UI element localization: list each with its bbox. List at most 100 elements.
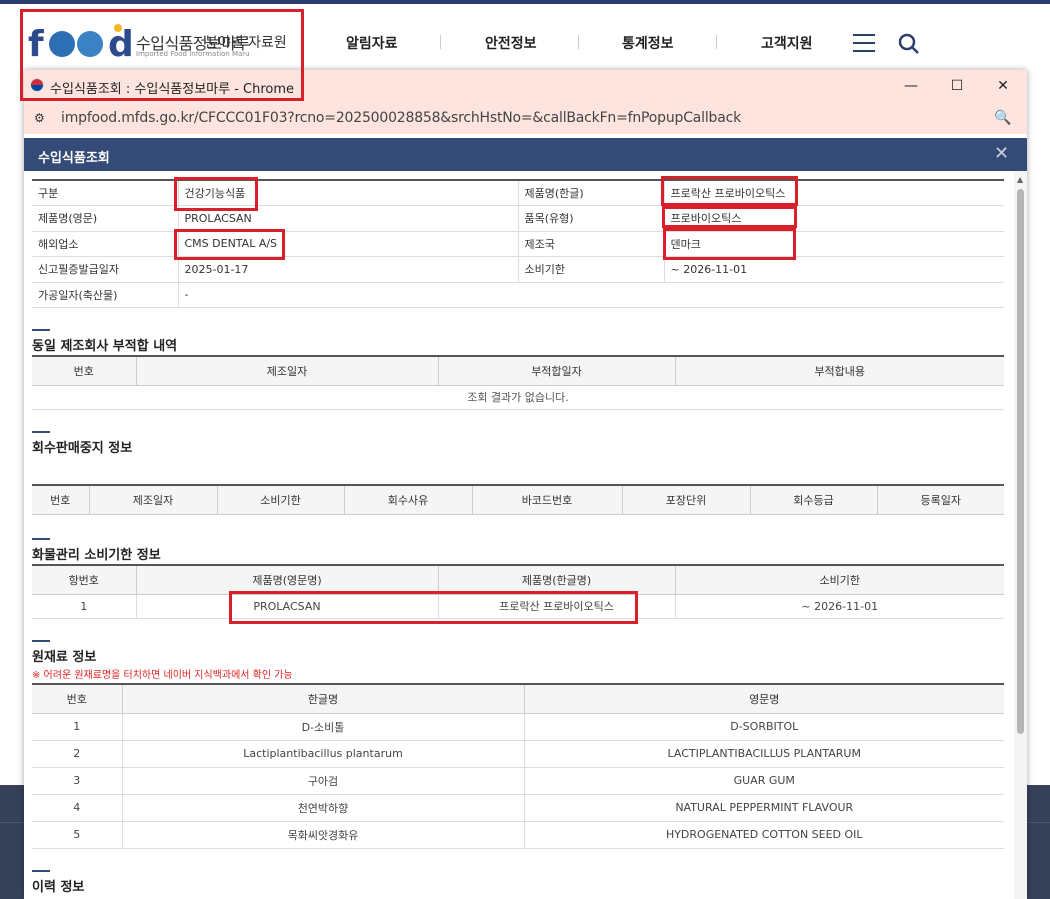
ingredient-en[interactable]: D-SORBITOL (524, 713, 1004, 741)
ingredient-en[interactable]: NATURAL PEPPERMINT FLAVOUR (524, 794, 1004, 822)
popup-close-icon[interactable]: ✕ (994, 143, 1009, 164)
table-row[interactable]: 1 D-소비톨 D-SORBITOL (32, 713, 1004, 741)
ingredient-ko[interactable]: 구아검 (122, 767, 525, 795)
nav-support[interactable]: 고객지원 (761, 33, 813, 53)
col-header: 번호 (32, 356, 137, 386)
expiry-label: 소비기한 (518, 256, 665, 283)
category-value: 건강기능식품 (178, 180, 519, 206)
ingredient-en[interactable]: GUAR GUM (524, 767, 1004, 795)
overseas-label: 해외업소 (32, 231, 179, 257)
popup-content: 구분 건강기능식품 제품명(한글) 프로락산 프로바이오틱스 제품명(영문) P… (24, 171, 1014, 899)
ingredient-ko[interactable]: 목화씨앗경화유 (122, 821, 525, 849)
item-type-value: 프로바이오틱스 (664, 205, 1004, 232)
section-title-nonconform: 동일 제조회사 부적합 내역 (32, 329, 177, 354)
cargo-table: 항번호 제품명(영문명) 제품명(한글명) 소비기한 1 PROLACSAN 프… (32, 564, 1004, 619)
scroll-thumb[interactable] (1017, 189, 1024, 734)
ingredient-en[interactable]: HYDROGENATED COTTON SEED OIL (524, 821, 1004, 849)
address-bar[interactable]: ⚙ impfood.mfds.go.kr/CFCCC01F03?rcno=202… (24, 102, 1027, 134)
table-row[interactable]: 5 목화씨앗경화유 HYDROGENATED COTTON SEED OIL (32, 821, 1004, 849)
section-title-recall: 회수판매중지 정보 (32, 431, 132, 456)
col-header: 회수사유 (344, 485, 473, 515)
section-title-history: 이력 정보 (32, 870, 84, 895)
popup-header: 수입식품조회 ✕ (24, 138, 1027, 171)
nav-safety[interactable]: 안전정보 (485, 33, 537, 53)
popup-title: 수입식품조회 (38, 151, 110, 166)
col-header: 한글명 (122, 684, 525, 714)
svg-text:f: f (28, 24, 44, 62)
cell: 프로락산 프로바이오틱스 (438, 594, 676, 619)
ingredient-ko[interactable]: 천연박하향 (122, 794, 525, 822)
ingredient-ko[interactable]: Lactiplantibacillus plantarum (122, 740, 525, 768)
col-header: 영문명 (524, 684, 1004, 714)
empty-result: 조회 결과가 없습니다. (32, 385, 1004, 410)
col-header: 부적합내용 (675, 356, 1004, 386)
product-info-table: 구분 건강기능식품 제품명(한글) 프로락산 프로바이오틱스 제품명(영문) P… (32, 179, 1004, 308)
popup-window: 수입식품조회 : 수입식품정보마루 - Chrome — ☐ ✕ ⚙ impfo… (24, 70, 1027, 899)
col-header: 등록일자 (877, 485, 1004, 515)
nav-extra[interactable]: 분야별 자료원 (205, 32, 287, 52)
item-type-label: 품목(유형) (518, 205, 665, 232)
issue-date-label: 신고필증발급일자 (32, 256, 179, 283)
ingredient-en[interactable]: LACTIPLANTIBACILLUS PLANTARUM (524, 740, 1004, 768)
ingredients-table: 번호 한글명 영문명 1 D-소비톨 D-SORBITOL 2 Lactipla… (32, 683, 1004, 849)
close-window-icon[interactable]: ✕ (983, 74, 1023, 98)
url-text[interactable]: impfood.mfds.go.kr/CFCCC01F03?rcno=20250… (61, 110, 741, 126)
food-logo[interactable]: f d (28, 22, 134, 62)
nonconform-table: 번호 제조일자 부적합일자 부적합내용 조회 결과가 없습니다. (32, 355, 1004, 410)
nav-notice[interactable]: 알림자료 (346, 33, 398, 53)
country-value: 덴마크 (664, 231, 1004, 257)
scrollbar[interactable]: ▲ (1014, 171, 1027, 899)
nav-divider (578, 35, 579, 49)
table-row[interactable]: 3 구아검 GUAR GUM (32, 767, 1004, 795)
col-header: 제조일자 (89, 485, 218, 515)
section-title-ingredients: 원재료 정보 (32, 640, 96, 665)
col-header: 소비기한 (675, 565, 1004, 595)
col-header: 회수등급 (750, 485, 878, 515)
cell: 5 (32, 821, 123, 849)
minimize-icon[interactable]: — (891, 74, 931, 98)
site-header: f d 수입식품정보마루 Imported Food Information M… (0, 4, 1050, 70)
korea-flag-icon (30, 78, 44, 92)
processing-value: - (178, 282, 1004, 308)
cell: 2 (32, 740, 123, 768)
col-header: 번호 (32, 684, 123, 714)
scroll-up-icon[interactable]: ▲ (1017, 175, 1023, 184)
col-header: 제조일자 (136, 356, 439, 386)
nav-stats[interactable]: 통계정보 (622, 33, 674, 53)
cell: 4 (32, 794, 123, 822)
cell: PROLACSAN (136, 594, 439, 619)
col-header: 포장단위 (622, 485, 751, 515)
nav-divider (440, 35, 441, 49)
site-settings-icon[interactable]: ⚙ (34, 111, 48, 125)
zoom-icon[interactable]: 🔍 (994, 110, 1011, 126)
table-row: 1 PROLACSAN 프로락산 프로바이오틱스 ~ 2026-11-01 (32, 594, 1004, 619)
col-header: 바코드번호 (472, 485, 623, 515)
col-header: 부적합일자 (438, 356, 676, 386)
search-icon[interactable] (897, 32, 921, 56)
col-header: 제품명(한글명) (438, 565, 676, 595)
name-ko-value: 프로락산 프로바이오틱스 (664, 180, 1004, 206)
issue-date-value: 2025-01-17 (178, 256, 519, 283)
col-header: 항번호 (32, 565, 137, 595)
processing-label: 가공일자(축산물) (32, 282, 179, 308)
ingredients-note: ※ 어려운 원재료명을 터치하면 네이버 지식백과에서 확인 가능 (32, 670, 293, 681)
col-header: 소비기한 (217, 485, 345, 515)
cell: ~ 2026-11-01 (675, 594, 1004, 619)
table-row[interactable]: 4 천연박하향 NATURAL PEPPERMINT FLAVOUR (32, 794, 1004, 822)
window-title: 수입식품조회 : 수입식품정보마루 - Chrome (50, 82, 295, 97)
category-label: 구분 (32, 180, 179, 206)
maximize-icon[interactable]: ☐ (937, 74, 977, 98)
overseas-value: CMS DENTAL A/S (178, 231, 519, 257)
col-header: 제품명(영문명) (136, 565, 439, 595)
table-row[interactable]: 2 Lactiplantibacillus plantarum LACTIPLA… (32, 740, 1004, 768)
section-title-cargo: 화물관리 소비기한 정보 (32, 538, 161, 563)
expiry-value: ~ 2026-11-01 (664, 256, 1004, 283)
col-header: 번호 (32, 485, 90, 515)
name-en-value: PROLACSAN (178, 205, 519, 232)
window-titlebar[interactable]: 수입식품조회 : 수입식품정보마루 - Chrome — ☐ ✕ (24, 70, 1027, 102)
cell: 3 (32, 767, 123, 795)
country-label: 제조국 (518, 231, 665, 257)
ingredient-ko[interactable]: D-소비톨 (122, 713, 525, 741)
name-ko-label: 제품명(한글) (518, 180, 665, 206)
hamburger-menu-icon[interactable] (853, 34, 875, 52)
